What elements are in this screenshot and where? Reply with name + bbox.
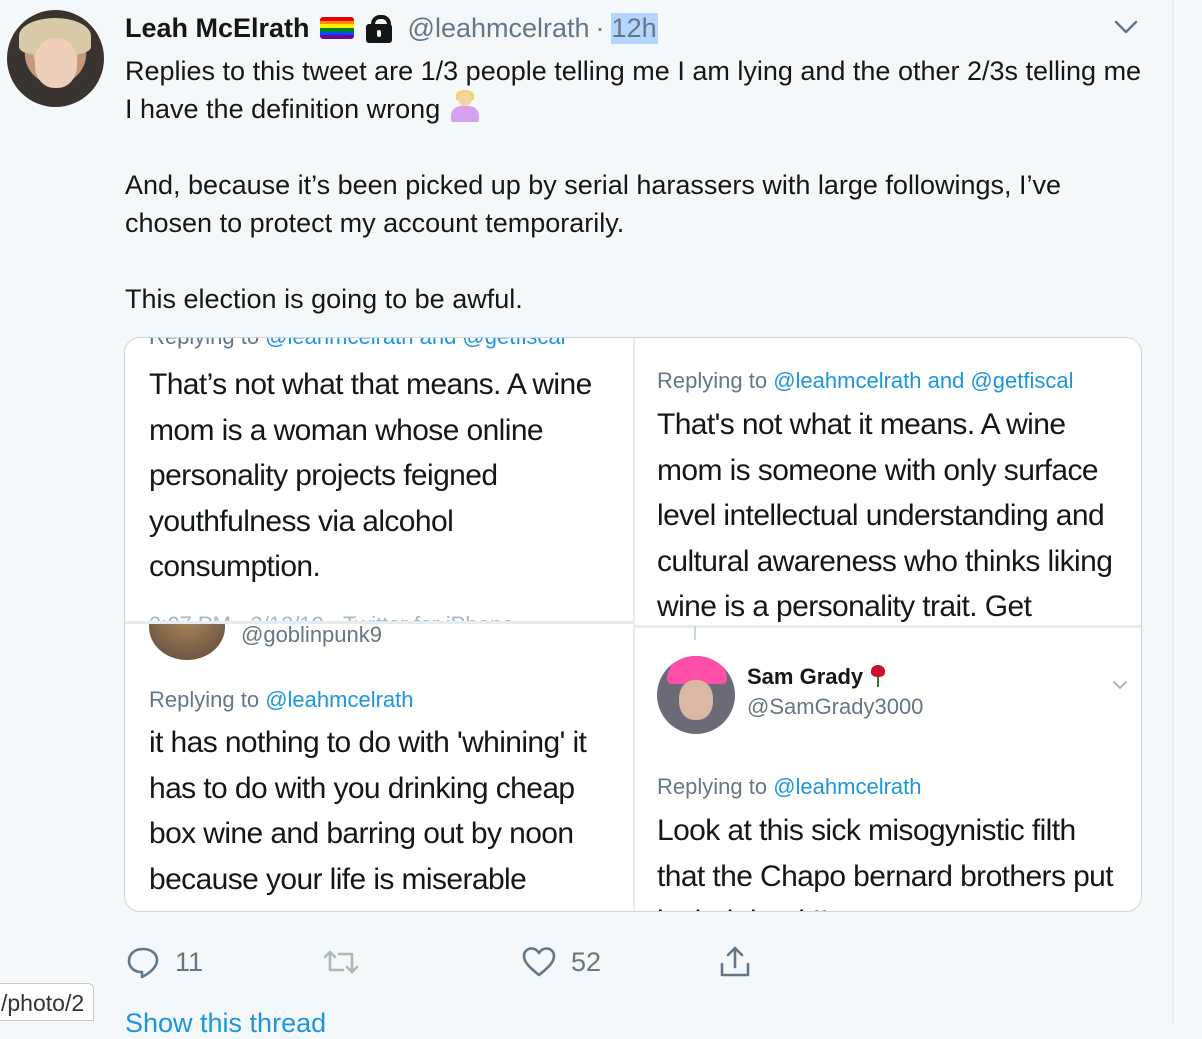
panel-divider bbox=[635, 625, 1141, 628]
media-panel-3[interactable]: @goblinpunk9 Replying to @leahmcelrath i… bbox=[125, 624, 633, 911]
panel-3-handle: @goblinpunk9 bbox=[241, 624, 382, 647]
reply-to: Replying to @leahmcelrath bbox=[657, 774, 922, 799]
reply-to: Replying to @leahmcelrath and @getfiscal bbox=[657, 368, 1074, 393]
url-tooltip: /photo/2 bbox=[0, 983, 94, 1021]
rose-icon bbox=[869, 665, 887, 687]
tweet[interactable]: Leah McElrath @leahmcelrath · 12h Replie… bbox=[0, 0, 1172, 1038]
retweet-button[interactable] bbox=[321, 940, 361, 984]
media-panel-1[interactable]: Replying to @leahmcelrath and @getfiscal… bbox=[125, 338, 633, 621]
reply-to: Replying to @leahmcelrath bbox=[149, 687, 414, 712]
retweet-icon bbox=[323, 950, 359, 974]
avatar bbox=[149, 624, 225, 660]
author-name[interactable]: Leah McElrath bbox=[125, 13, 310, 44]
panel-2-text: That's not what it means. A wine mom is … bbox=[657, 408, 1113, 623]
panel-1-text: That’s not what that means. A wine mom i… bbox=[149, 368, 592, 583]
panel-divider bbox=[125, 621, 633, 624]
tweet-paragraph-2: And, because it’s been picked up by seri… bbox=[125, 170, 1062, 238]
tweet-text: Replies to this tweet are 1/3 people tel… bbox=[125, 52, 1155, 318]
reply-to-cut: Replying to @leahmcelrath and @getfiscal bbox=[149, 338, 565, 350]
separator-dot: · bbox=[595, 12, 605, 43]
rainbow-flag-icon bbox=[319, 17, 354, 39]
timeline-border bbox=[1172, 0, 1174, 1024]
tweet-paragraph-1: Replies to this tweet are 1/3 people tel… bbox=[125, 56, 1142, 124]
reply-count: 11 bbox=[175, 946, 204, 977]
timestamp[interactable]: 12h bbox=[610, 12, 658, 44]
thread-line bbox=[694, 626, 696, 640]
panel-4-name: Sam Grady bbox=[747, 664, 887, 690]
author-handle[interactable]: @leahmcelrath bbox=[408, 13, 590, 44]
lock-icon bbox=[364, 13, 394, 43]
like-count: 52 bbox=[571, 946, 602, 977]
panel-1-footer-cut: 2:07 PM · 3/12/19 · Twitter for iPhone bbox=[149, 612, 514, 621]
panel-4-text: Look at this sick misogynistic filth tha… bbox=[657, 814, 1114, 911]
panel-4-handle: @SamGrady3000 bbox=[747, 694, 924, 719]
chevron-down-icon[interactable] bbox=[1112, 16, 1140, 38]
chevron-down-icon bbox=[1113, 681, 1127, 690]
avatar bbox=[657, 656, 735, 734]
media-grid[interactable]: Replying to @leahmcelrath and @getfiscal… bbox=[124, 337, 1142, 912]
like-button[interactable]: 52 bbox=[521, 940, 601, 984]
tweet-header: Leah McElrath @leahmcelrath · 12h bbox=[125, 8, 658, 48]
reply-button[interactable]: 11 bbox=[125, 940, 203, 984]
shrug-emoji bbox=[448, 90, 482, 124]
panel-3-text: it has nothing to do with 'whining' it h… bbox=[149, 726, 587, 896]
tweet-paragraph-3: This election is going to be awful. bbox=[125, 284, 523, 314]
share-icon bbox=[720, 946, 750, 977]
heart-icon bbox=[522, 947, 556, 977]
media-panel-2[interactable]: Replying to @leahmcelrath and @getfiscal… bbox=[635, 338, 1141, 625]
share-button[interactable] bbox=[717, 940, 753, 984]
avatar[interactable] bbox=[7, 10, 104, 107]
tweet-actions: 11 52 bbox=[125, 940, 825, 984]
reply-icon bbox=[127, 947, 159, 979]
media-panel-4[interactable]: Sam Grady @SamGrady3000 Replying to @lea… bbox=[635, 628, 1141, 911]
